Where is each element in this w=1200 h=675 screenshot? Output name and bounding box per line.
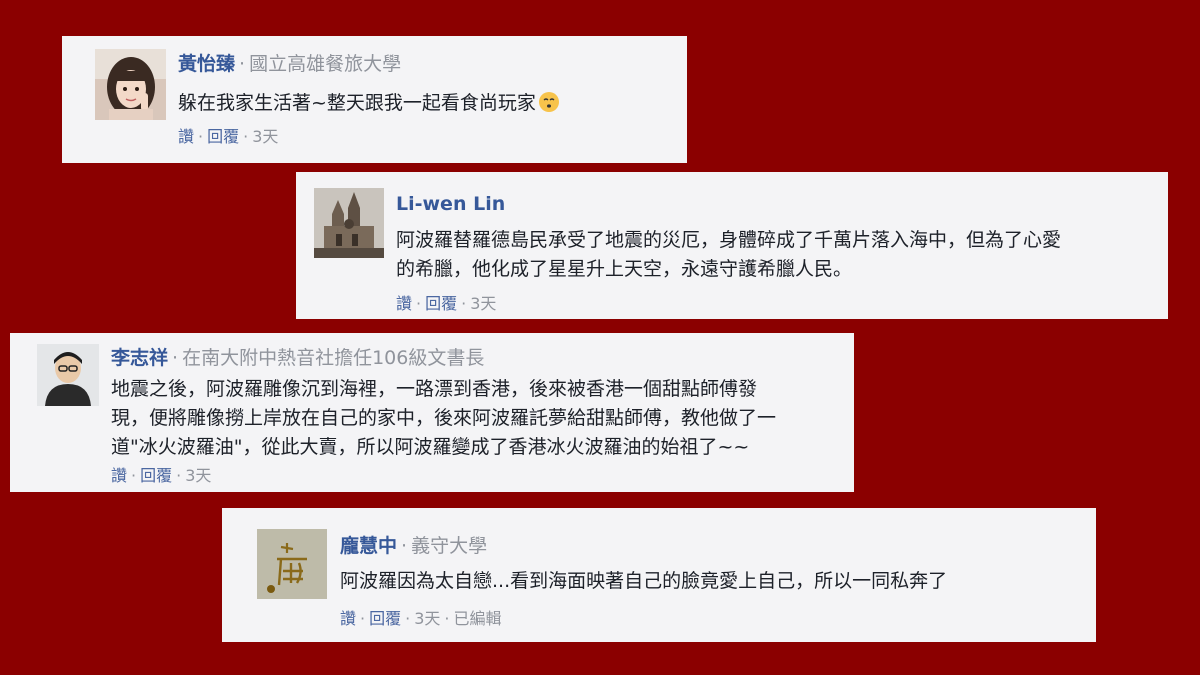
- comment-header: 李志祥 · 在南大附中熱音社擔任106級文書長: [111, 346, 484, 370]
- separator-dot: ·: [131, 466, 137, 485]
- separator-dot: ·: [461, 294, 467, 313]
- commenter-name[interactable]: 黃怡臻: [178, 53, 235, 75]
- avatar-photo: [257, 529, 327, 599]
- separator-dot: ·: [416, 294, 422, 313]
- commenter-affiliation: 在南大附中熱音社擔任106級文書長: [182, 347, 485, 369]
- kissing-face-emoji: [538, 91, 560, 113]
- reply-link[interactable]: 回覆: [425, 294, 457, 313]
- comment-actions: 讚 · 回覆 · 3天 · 已編輯: [340, 609, 502, 629]
- avatar[interactable]: [314, 188, 384, 258]
- commenter-name[interactable]: 李志祥: [111, 347, 168, 369]
- comment-header: Li-wen Lin: [396, 192, 505, 216]
- commenter-name[interactable]: Li-wen Lin: [396, 193, 505, 215]
- comment-header: 黃怡臻 · 國立高雄餐旅大學: [178, 52, 401, 76]
- timestamp[interactable]: 3天: [252, 127, 278, 146]
- commenter-name[interactable]: 龐慧中: [340, 535, 397, 557]
- avatar-photo: [95, 49, 166, 120]
- comment-line: 躲在我家生活著~整天跟我一起看食尚玩家: [178, 92, 536, 114]
- comment-actions: 讚 · 回覆 · 3天: [178, 127, 278, 147]
- separator-dot: ·: [360, 609, 366, 628]
- comment-line: 阿波羅因為太自戀...看到海面映著自己的臉竟愛上自己，所以一同私奔了: [340, 570, 948, 592]
- comment-line: 地震之後，阿波羅雕像沉到海裡，一路漂到香港，後來被香港一個甜點師傅發: [111, 378, 758, 400]
- avatar[interactable]: [95, 49, 166, 120]
- separator-dot: ·: [401, 535, 408, 557]
- comment-header: 龐慧中 · 義守大學: [340, 534, 487, 558]
- like-link[interactable]: 讚: [396, 294, 412, 313]
- comment-line: 道"冰火波羅油"，從此大賣，所以阿波羅變成了香港冰火波羅油的始祖了~~: [111, 436, 750, 458]
- avatar-photo: [314, 188, 384, 258]
- comment-card: Li-wen Lin 阿波羅替羅德島民承受了地震的災厄，身體碎成了千萬片落入海中…: [296, 172, 1168, 319]
- separator-dot: ·: [239, 53, 246, 75]
- separator-dot: ·: [444, 609, 450, 628]
- avatar-photo: [37, 344, 99, 406]
- like-link[interactable]: 讚: [340, 609, 356, 628]
- comment-actions: 讚 · 回覆 · 3天: [111, 466, 211, 486]
- separator-dot: ·: [405, 609, 411, 628]
- comment-card: 黃怡臻 · 國立高雄餐旅大學 躲在我家生活著~整天跟我一起看食尚玩家 讚 · 回覆 · 3天: [62, 36, 687, 163]
- reply-link[interactable]: 回覆: [207, 127, 239, 146]
- timestamp[interactable]: 3天: [470, 294, 496, 313]
- edited-label: 已編輯: [453, 609, 502, 628]
- comment-text: 躲在我家生活著~整天跟我一起看食尚玩家: [178, 89, 560, 118]
- separator-dot: ·: [176, 466, 182, 485]
- timestamp[interactable]: 3天: [185, 466, 211, 485]
- separator-dot: ·: [172, 347, 179, 369]
- like-link[interactable]: 讚: [111, 466, 127, 485]
- comment-text: 阿波羅因為太自戀...看到海面映著自己的臉竟愛上自己，所以一同私奔了: [340, 567, 947, 596]
- comment-line: 的希臘，他化成了星星升上天空，永遠守護希臘人民。: [396, 258, 853, 280]
- separator-dot: ·: [198, 127, 204, 146]
- separator-dot: ·: [243, 127, 249, 146]
- commenter-affiliation: 義守大學: [411, 535, 488, 557]
- reply-link[interactable]: 回覆: [369, 609, 401, 628]
- avatar[interactable]: [37, 344, 99, 406]
- commenter-affiliation: 國立高雄餐旅大學: [249, 53, 402, 75]
- comment-card: 李志祥 · 在南大附中熱音社擔任106級文書長 地震之後，阿波羅雕像沉到海裡，一路漂…: [10, 333, 854, 492]
- like-link[interactable]: 讚: [178, 127, 194, 146]
- reply-link[interactable]: 回覆: [140, 466, 172, 485]
- comment-text: 地震之後，阿波羅雕像沉到海裡，一路漂到香港，後來被香港一個甜點師傅發 現，便將雕…: [111, 375, 776, 462]
- timestamp[interactable]: 3天: [414, 609, 440, 628]
- comment-text: 阿波羅替羅德島民承受了地震的災厄，身體碎成了千萬片落入海中，但為了心愛 的希臘，…: [396, 226, 1061, 284]
- comment-line: 現，便將雕像撈上岸放在自己的家中，後來阿波羅託夢給甜點師傅，教他做了一: [111, 407, 777, 429]
- comment-line: 阿波羅替羅德島民承受了地震的災厄，身體碎成了千萬片落入海中，但為了心愛: [396, 229, 1062, 251]
- comment-card: 龐慧中 · 義守大學 阿波羅因為太自戀...看到海面映著自己的臉竟愛上自己，所以一同…: [222, 508, 1096, 642]
- comment-actions: 讚 · 回覆 · 3天: [396, 294, 496, 314]
- avatar[interactable]: [257, 529, 327, 599]
